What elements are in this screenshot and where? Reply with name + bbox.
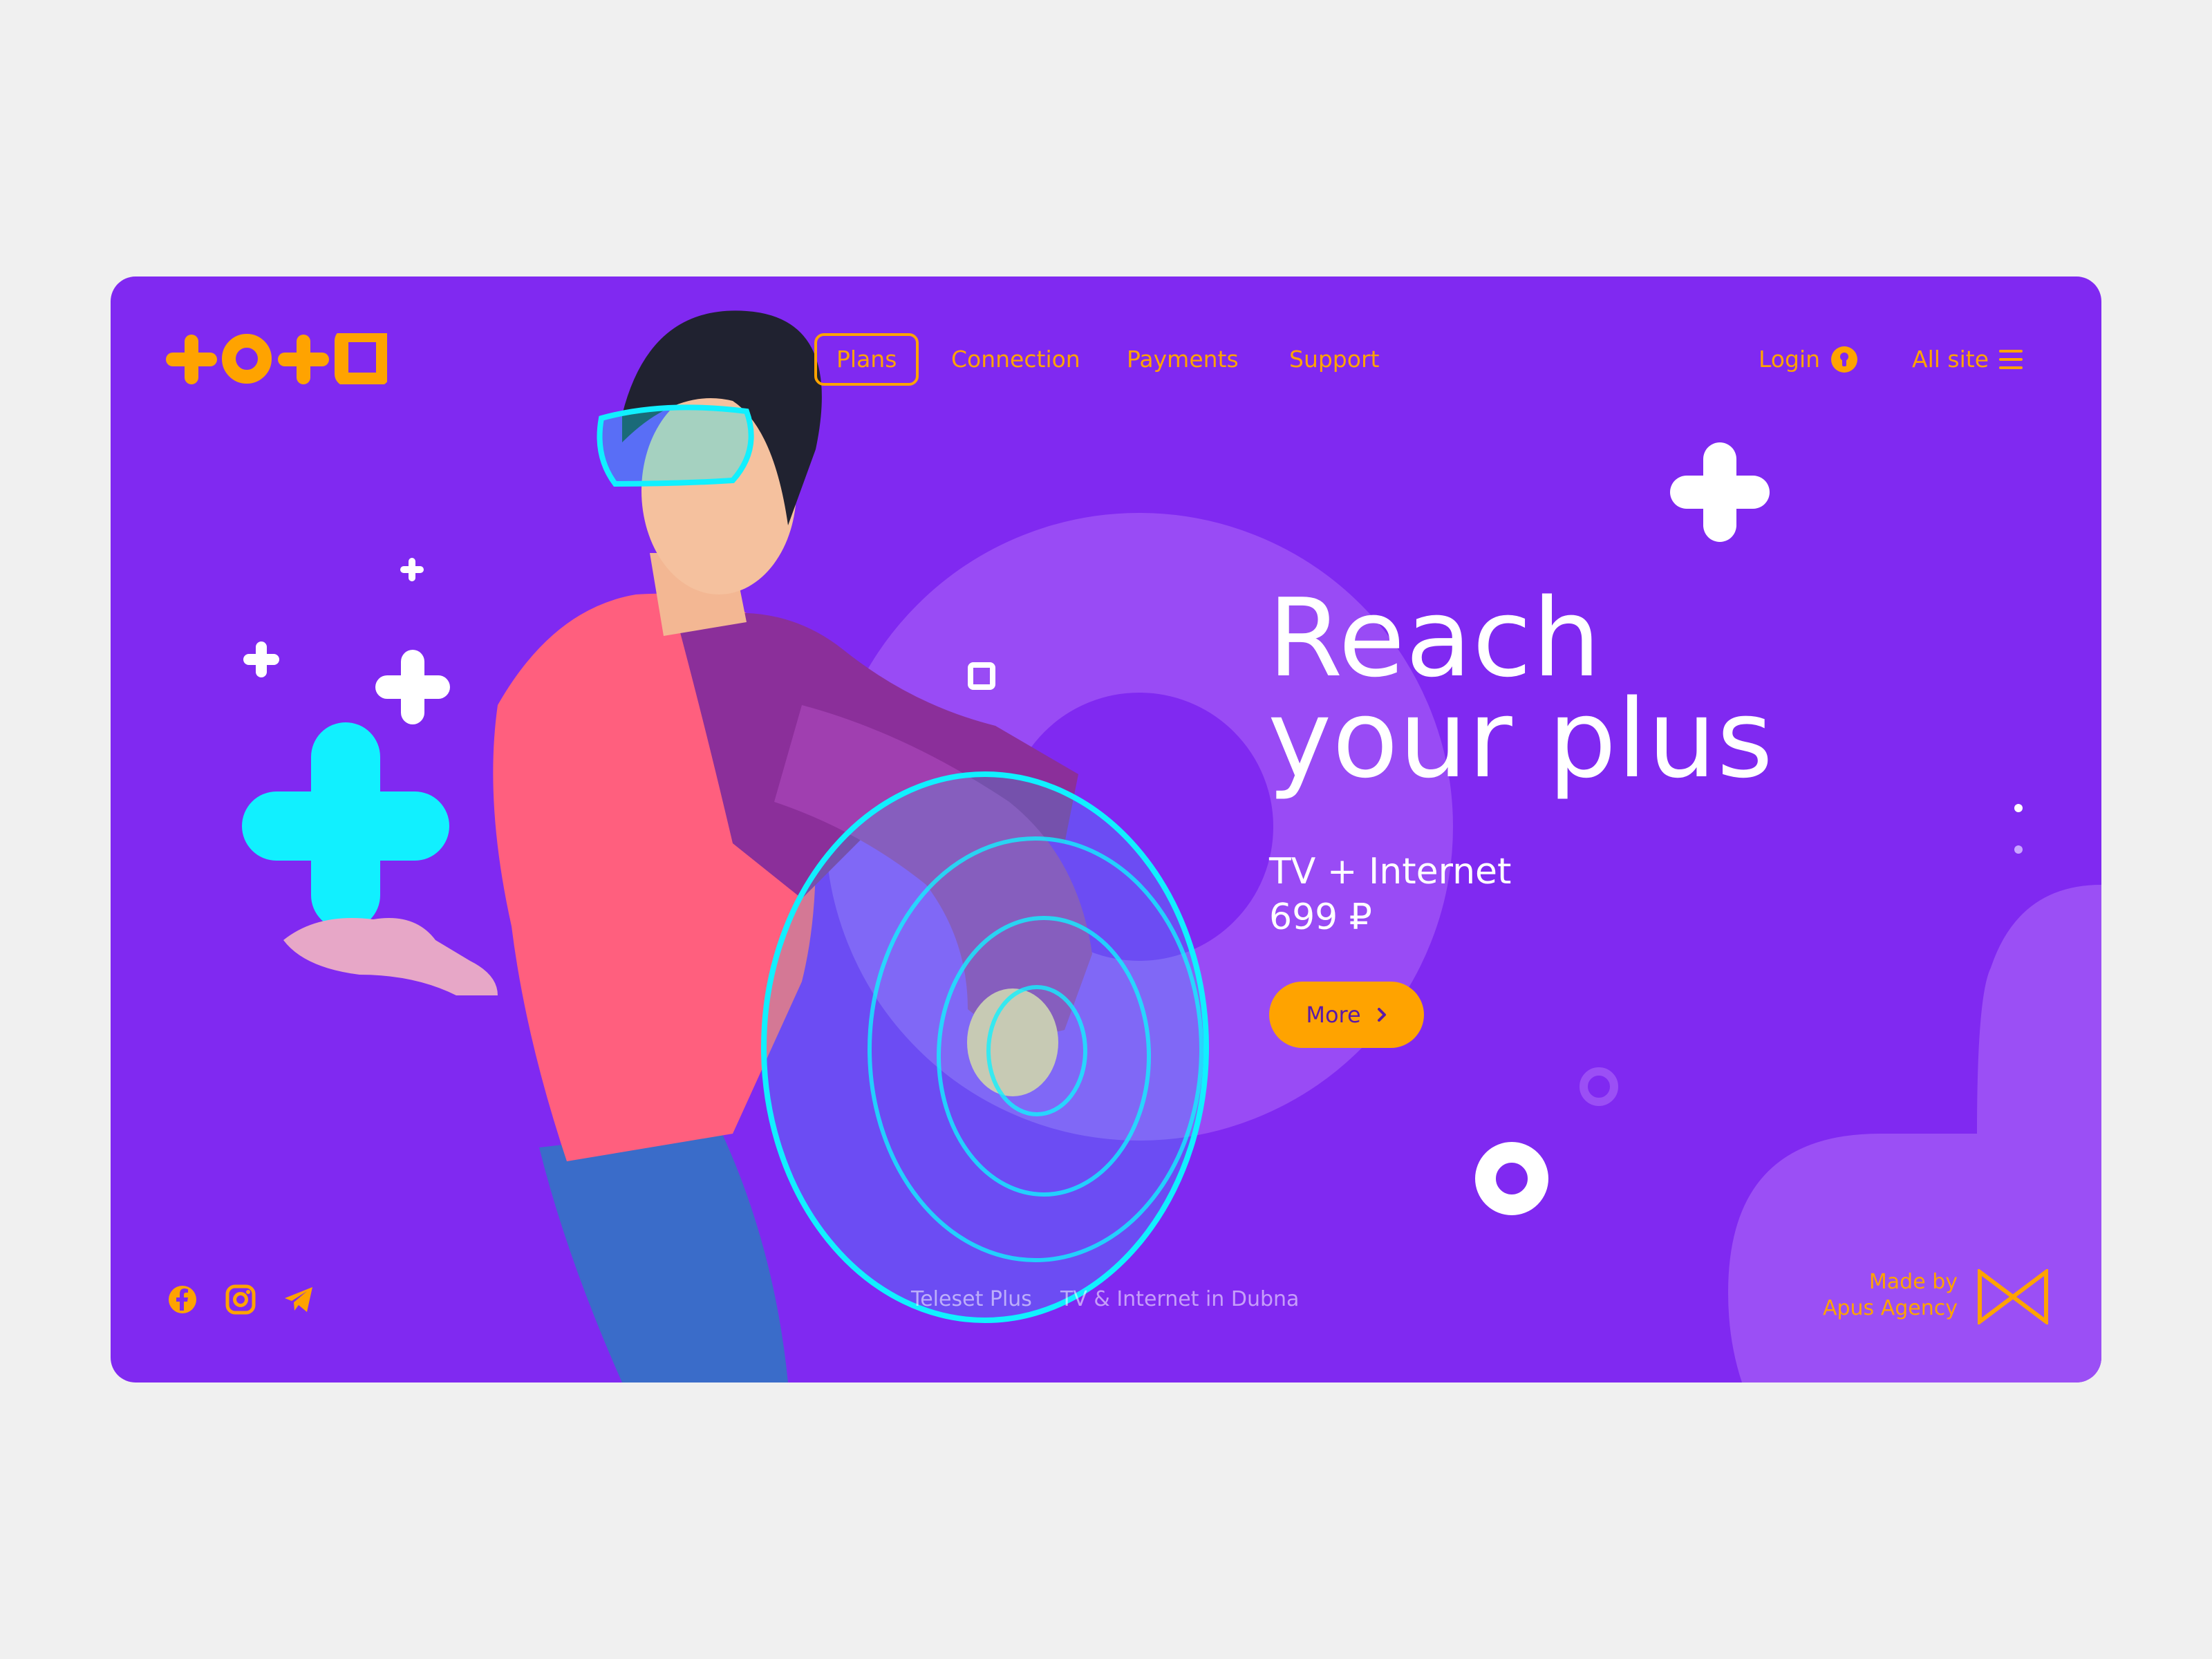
plan-info: TV + Internet 699 ₽: [1269, 849, 1511, 940]
shield-shape: [761, 771, 1209, 1323]
plan-price: 699 ₽: [1269, 897, 1372, 938]
nav-plans[interactable]: Plans: [814, 333, 919, 386]
nav-support[interactable]: Support: [1289, 333, 1379, 386]
all-site-label: All site: [1912, 346, 1989, 373]
login-link[interactable]: Login: [1759, 333, 1820, 386]
nav-payments[interactable]: Payments: [1127, 333, 1239, 386]
jeans-shape: [539, 1127, 788, 1382]
menu-icon[interactable]: [1999, 348, 2023, 371]
instagram-icon[interactable]: [224, 1283, 257, 1316]
hero-card: Plans Connection Payments Support Login …: [111, 276, 2101, 1382]
hero-title-line1: Reach: [1268, 575, 1602, 701]
keyhole-icon[interactable]: [1830, 346, 1858, 373]
company-name: Teleset Plus: [911, 1287, 1032, 1311]
login-label: Login: [1759, 346, 1821, 373]
more-label: More: [1306, 1002, 1361, 1028]
made-by-line1: Made by: [1868, 1270, 1958, 1294]
chevron-right-icon: [1377, 1008, 1386, 1022]
facebook-icon[interactable]: [166, 1283, 199, 1316]
hero-title-line2: your plus: [1268, 676, 1774, 802]
made-by-credit[interactable]: Made by Apus Agency: [1823, 1269, 1958, 1322]
telegram-icon[interactable]: [282, 1283, 315, 1316]
company-tagline: TV & Internet in Dubna: [1060, 1287, 1300, 1311]
hand-shape: [283, 918, 498, 995]
apus-agency-logo-icon[interactable]: [1977, 1269, 2049, 1324]
all-site-link[interactable]: All site: [1912, 333, 1989, 386]
character-illustration: [283, 310, 1209, 1382]
nav-connection[interactable]: Connection: [951, 333, 1080, 386]
toto-logo-icon[interactable]: [166, 333, 387, 384]
glasses-shape: [597, 404, 754, 487]
more-button[interactable]: More: [1269, 982, 1424, 1048]
hero-title: Reach your plus: [1268, 575, 1774, 802]
made-by-line2: Apus Agency: [1822, 1296, 1958, 1320]
plan-name: TV + Internet: [1269, 851, 1512, 892]
